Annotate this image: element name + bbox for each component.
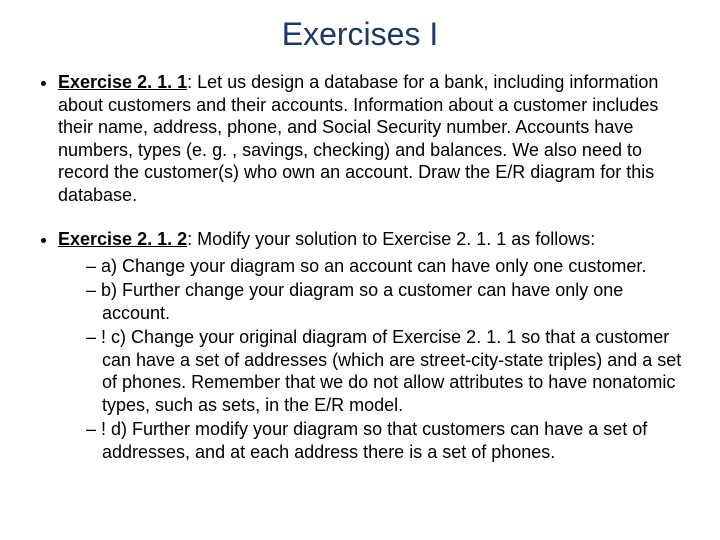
exercise-2: Exercise 2. 1. 2: Modify your solution t… — [58, 228, 690, 463]
exercise-2-sub-b: b) Further change your diagram so a cust… — [86, 279, 690, 324]
slide: Exercises I Exercise 2. 1. 1: Let us des… — [0, 0, 720, 540]
exercise-2-sub-a: a) Change your diagram so an account can… — [86, 255, 690, 278]
exercise-2-label: Exercise 2. 1. 2 — [58, 229, 187, 249]
exercise-1-label: Exercise 2. 1. 1 — [58, 72, 187, 92]
exercise-2-sublist: a) Change your diagram so an account can… — [58, 255, 690, 464]
exercise-2-sub-d: ! d) Further modify your diagram so that… — [86, 418, 690, 463]
slide-title: Exercises I — [30, 16, 690, 53]
bullet-list: Exercise 2. 1. 1: Let us design a databa… — [30, 71, 690, 463]
exercise-2-text: : Modify your solution to Exercise 2. 1.… — [187, 229, 595, 249]
exercise-2-sub-c: ! c) Change your original diagram of Exe… — [86, 326, 690, 416]
exercise-1: Exercise 2. 1. 1: Let us design a databa… — [58, 71, 690, 206]
